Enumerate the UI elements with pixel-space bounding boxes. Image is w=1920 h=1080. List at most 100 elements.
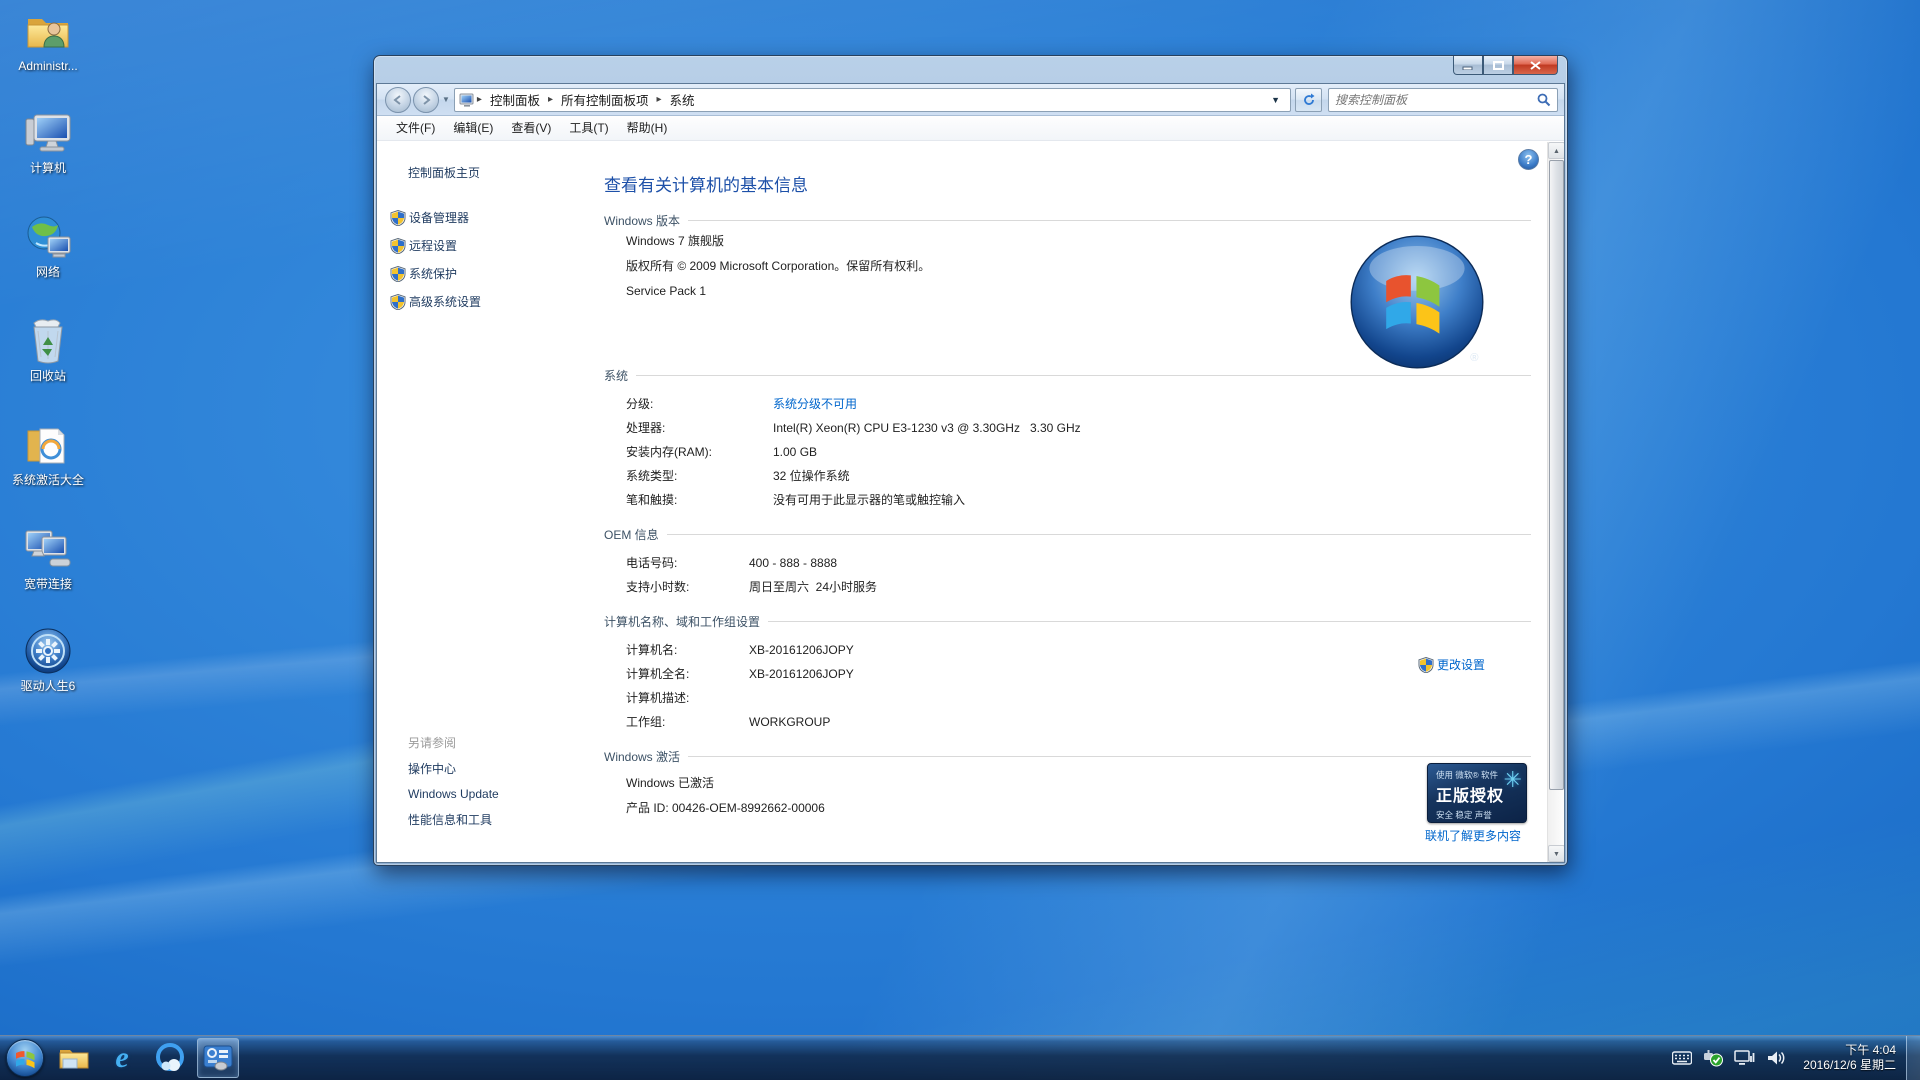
taskbar-explorer-button[interactable] xyxy=(53,1038,95,1078)
windows-logo: ® xyxy=(1347,232,1487,372)
row-label: 支持小时数: xyxy=(626,575,749,599)
internet-explorer-icon: e xyxy=(115,1041,128,1075)
product-id: 产品 ID: 00426-OEM-8992662-00006 xyxy=(626,796,1547,821)
taskbar-clock[interactable]: 下午 4:04 2016/12/6 星期二 xyxy=(1803,1043,1896,1073)
see-also-header: 另请参阅 xyxy=(408,734,579,751)
start-button[interactable] xyxy=(3,1036,47,1080)
desktop-icon-broadband[interactable]: 宽带连接 xyxy=(2,524,94,591)
computer-icon xyxy=(23,108,73,158)
clock-time: 下午 4:04 xyxy=(1803,1043,1896,1058)
address-bar[interactable]: ▸ 控制面板 ▸ 所有控制面板项 ▸ 系统 ▼ xyxy=(454,88,1291,112)
uac-shield-icon xyxy=(390,266,406,282)
menu-help[interactable]: 帮助(H) xyxy=(618,116,677,141)
genuine-software-badge[interactable]: 使用 微软® 软件 正版授权 安全 稳定 声誉 ✳ xyxy=(1427,763,1527,823)
section-computer-name: 计算机名称、域和工作组设置 xyxy=(604,613,1531,630)
sidebar-item-label: 设备管理器 xyxy=(409,209,469,226)
volume-icon[interactable] xyxy=(1766,1050,1786,1066)
search-box[interactable] xyxy=(1328,88,1558,112)
window-titlebar[interactable] xyxy=(374,56,1567,83)
pen-touch-value: 没有可用于此显示器的笔或触控输入 xyxy=(773,488,965,512)
row-label: 电话号码: xyxy=(626,551,749,575)
help-icon[interactable]: ? xyxy=(1518,149,1539,170)
maximize-button[interactable] xyxy=(1483,56,1513,75)
desktop-icon-label: 系统激活大全 xyxy=(2,473,94,487)
taskbar-control-panel-task[interactable] xyxy=(197,1038,239,1078)
menu-edit[interactable]: 编辑(E) xyxy=(444,116,502,141)
qq-browser-icon xyxy=(155,1043,185,1073)
desktop-icon-label: 计算机 xyxy=(2,161,94,175)
desktop-icon-administrator[interactable]: Administr... xyxy=(2,6,94,73)
search-icon[interactable] xyxy=(1537,93,1551,107)
main-content: ? 查看有关计算机的基本信息 Windows 版本 Windows 7 旗舰版 … xyxy=(579,142,1547,862)
search-input[interactable] xyxy=(1335,93,1537,107)
desktop-icon-drive-genius[interactable]: 驱动人生6 xyxy=(2,626,94,693)
breadcrumb-system[interactable]: 系统 xyxy=(664,90,701,109)
folder-document-icon xyxy=(23,420,73,470)
network-status-icon[interactable] xyxy=(1734,1050,1756,1066)
row-label: 计算机名: xyxy=(626,638,749,662)
section-header-label: Windows 激活 xyxy=(604,748,680,765)
phone-value: 400 - 888 - 8888 xyxy=(749,551,837,575)
learn-more-online-link[interactable]: 联机了解更多内容 xyxy=(1425,827,1521,844)
scroll-up-arrow[interactable]: ▲ xyxy=(1548,142,1565,159)
breadcrumb-control-panel[interactable]: 控制面板 xyxy=(484,90,546,109)
safely-remove-hardware-icon[interactable] xyxy=(1702,1049,1724,1067)
control-panel-icon xyxy=(203,1045,233,1071)
support-hours-value: 周日至周六 24小时服务 xyxy=(749,575,877,599)
sidebar-item-performance-tools[interactable]: 性能信息和工具 xyxy=(408,811,579,828)
scrollbar-thumb[interactable] xyxy=(1549,160,1564,790)
refresh-button[interactable] xyxy=(1295,88,1322,112)
forward-button[interactable] xyxy=(413,87,439,113)
gear-app-icon xyxy=(23,626,73,676)
desktop-icon-label: 网络 xyxy=(2,265,94,279)
show-desktop-button[interactable] xyxy=(1906,1036,1920,1080)
taskbar-ie-button[interactable]: e xyxy=(101,1038,143,1078)
sidebar-item-advanced-settings[interactable]: 高级系统设置 xyxy=(390,293,579,310)
row-label: 安装内存(RAM): xyxy=(626,440,773,464)
vertical-scrollbar[interactable]: ▲ ▼ xyxy=(1547,142,1564,862)
language-keyboard-icon[interactable] xyxy=(1672,1051,1692,1065)
row-computer-name: 计算机名: XB-20161206JOPY xyxy=(626,638,1547,662)
explorer-folder-icon xyxy=(58,1045,90,1071)
sidebar-item-system-protection[interactable]: 系统保护 xyxy=(390,265,579,282)
badge-bottom-text: 安全 稳定 声誉 xyxy=(1436,809,1520,821)
scroll-down-arrow[interactable]: ▼ xyxy=(1548,845,1565,862)
row-workgroup: 工作组: WORKGROUP xyxy=(626,710,1547,734)
sidebar-item-remote-settings[interactable]: 远程设置 xyxy=(390,237,579,254)
network-globe-icon xyxy=(23,212,73,262)
close-button[interactable] xyxy=(1513,56,1558,75)
windows-start-orb-icon xyxy=(6,1039,44,1077)
menu-view[interactable]: 查看(V) xyxy=(502,116,560,141)
menu-file[interactable]: 文件(F) xyxy=(387,116,444,141)
row-label: 系统类型: xyxy=(626,464,773,488)
sidebar-item-action-center[interactable]: 操作中心 xyxy=(408,760,579,777)
change-settings-link[interactable]: 更改设置 xyxy=(1418,656,1485,673)
desktop-icon-activation-folder[interactable]: 系统激活大全 xyxy=(2,420,94,487)
breadcrumb-all-items[interactable]: 所有控制面板项 xyxy=(555,90,655,109)
desktop-icon-computer[interactable]: 计算机 xyxy=(2,108,94,175)
breadcrumb-chevron: ▸ xyxy=(475,94,484,105)
row-computer-full-name: 计算机全名: XB-20161206JOPY xyxy=(626,662,1547,686)
sidebar-item-windows-update[interactable]: Windows Update xyxy=(408,787,579,801)
minimize-button[interactable] xyxy=(1453,56,1483,75)
row-label: 计算机描述: xyxy=(626,686,749,710)
rating-unavailable-link[interactable]: 系统分级不可用 xyxy=(773,392,857,416)
section-activation: Windows 激活 xyxy=(604,748,1531,765)
section-oem: OEM 信息 xyxy=(604,526,1531,543)
sidebar-item-control-panel-home[interactable]: 控制面板主页 xyxy=(408,164,579,181)
address-dropdown-icon[interactable]: ▼ xyxy=(1265,95,1286,105)
back-button[interactable] xyxy=(385,87,411,113)
registered-mark: ® xyxy=(1470,352,1479,364)
sidebar-item-device-manager[interactable]: 设备管理器 xyxy=(390,209,579,226)
page-title: 查看有关计算机的基本信息 xyxy=(604,171,1547,196)
recent-pages-dropdown[interactable]: ▼ xyxy=(442,95,450,104)
row-label: 笔和触摸: xyxy=(626,488,773,512)
menu-tools[interactable]: 工具(T) xyxy=(560,116,617,141)
desktop-icon-recycle-bin[interactable]: 回收站 xyxy=(2,316,94,383)
taskbar-browser-button[interactable] xyxy=(149,1038,191,1078)
desktop-icon-network[interactable]: 网络 xyxy=(2,212,94,279)
activation-status: Windows 已激活 xyxy=(626,771,1547,796)
system-page-icon xyxy=(459,93,475,107)
section-windows-version: Windows 版本 xyxy=(604,212,1531,229)
desktop-icon-label: 驱动人生6 xyxy=(2,679,94,693)
